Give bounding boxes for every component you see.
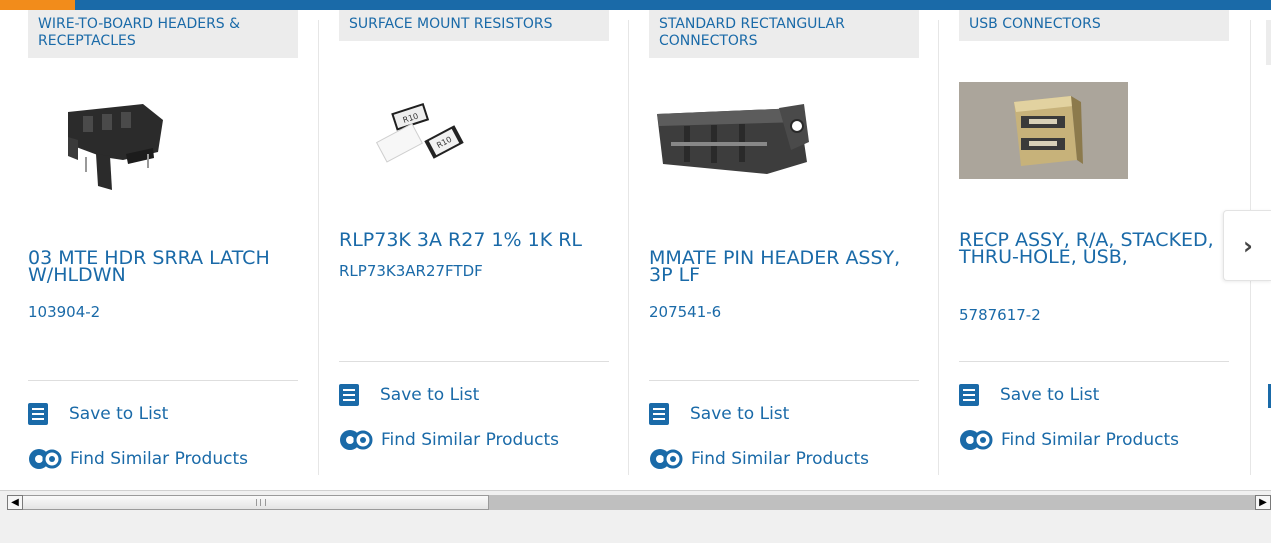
product-title-link[interactable]: RECP ASSY, R/A, STACKED, THRU-HOLE, USB, [959,231,1224,267]
card-separator [649,380,919,381]
horizontal-scrollbar[interactable]: ◀ ▶ [0,490,1271,517]
category-label[interactable]: WIRE-TO-BOARD HEADERS & RECEPTACLES [28,10,298,58]
find-similar-label: Find Similar Products [691,449,869,469]
scroll-right-arrow[interactable]: ▶ [1255,495,1271,510]
find-similar-button[interactable]: Find Similar Products [339,427,559,453]
category-label[interactable]: SURFACE MOUNT RESISTORS [339,10,609,41]
scrollbar-thumb[interactable] [7,495,489,510]
carousel-next-button[interactable]: › [1223,210,1271,281]
product-title-link[interactable]: RLP73K 3A R27 1% 1K RL [339,231,604,250]
save-to-list-label: Save to List [1000,385,1100,405]
card-divider [318,20,319,475]
product-image[interactable] [959,82,1229,212]
save-to-list-button[interactable]: Save to List [959,384,1099,406]
product-card: USB CONNECTORS RECP ASSY, R/A, STACKED, … [959,10,1229,484]
footer-area [0,517,1271,543]
accent-strip [0,0,75,10]
product-title-link[interactable]: MMATE PIN HEADER ASSY, 3P LF [649,249,914,285]
gears-icon [650,449,683,469]
part-number-link[interactable]: 103904-2 [28,303,100,321]
gears-icon [29,449,62,469]
find-similar-label: Find Similar Products [381,430,559,450]
save-to-list-label: Save to List [380,385,480,405]
card-divider [628,20,629,475]
product-card: SURFACE MOUNT RESISTORS R10 R10 RLP73K 3… [339,10,609,484]
card-separator [339,361,609,362]
save-to-list-label: Save to List [69,404,169,424]
product-image[interactable]: R10 R10 [339,82,609,212]
find-similar-button[interactable]: Find Similar Products [649,446,869,472]
scroll-left-arrow[interactable]: ◀ [7,495,23,510]
save-to-list-button[interactable]: Save to List [28,403,168,425]
next-card-category-edge [1266,20,1271,65]
product-carousel: WIRE-TO-BOARD HEADERS & RECEPTACLES 03 M… [0,10,1271,484]
product-card: STANDARD RECTANGULAR CONNECTORS MMATE PI… [649,10,919,484]
top-accent-bar [0,0,1271,10]
category-label[interactable]: USB CONNECTORS [959,10,1229,41]
scrollbar-grip [256,499,266,506]
gears-icon [960,430,993,450]
gears-icon [340,430,373,450]
card-separator [28,380,298,381]
card-divider [938,20,939,475]
list-icon [339,384,359,406]
list-icon [28,403,48,425]
find-similar-label: Find Similar Products [70,449,248,469]
card-separator [959,361,1229,362]
part-number-link[interactable]: RLP73K3AR27FTDF [339,262,483,280]
part-number-link[interactable]: 207541-6 [649,303,721,321]
chevron-right-icon: › [1243,231,1253,260]
list-icon [959,384,979,406]
list-icon [649,403,669,425]
product-title-link[interactable]: 03 MTE HDR SRRA LATCH W/HLDWN [28,249,293,285]
product-image[interactable] [649,82,919,212]
category-label[interactable]: STANDARD RECTANGULAR CONNECTORS [649,10,919,58]
save-to-list-button[interactable]: Save to List [339,384,479,406]
find-similar-button[interactable]: Find Similar Products [959,427,1179,453]
save-to-list-label: Save to List [690,404,790,424]
product-image[interactable] [28,82,298,212]
save-to-list-button[interactable]: Save to List [649,403,789,425]
product-card: WIRE-TO-BOARD HEADERS & RECEPTACLES 03 M… [28,10,298,484]
find-similar-button[interactable]: Find Similar Products [28,446,248,472]
find-similar-label: Find Similar Products [1001,430,1179,450]
part-number-link[interactable]: 5787617-2 [959,306,1041,324]
